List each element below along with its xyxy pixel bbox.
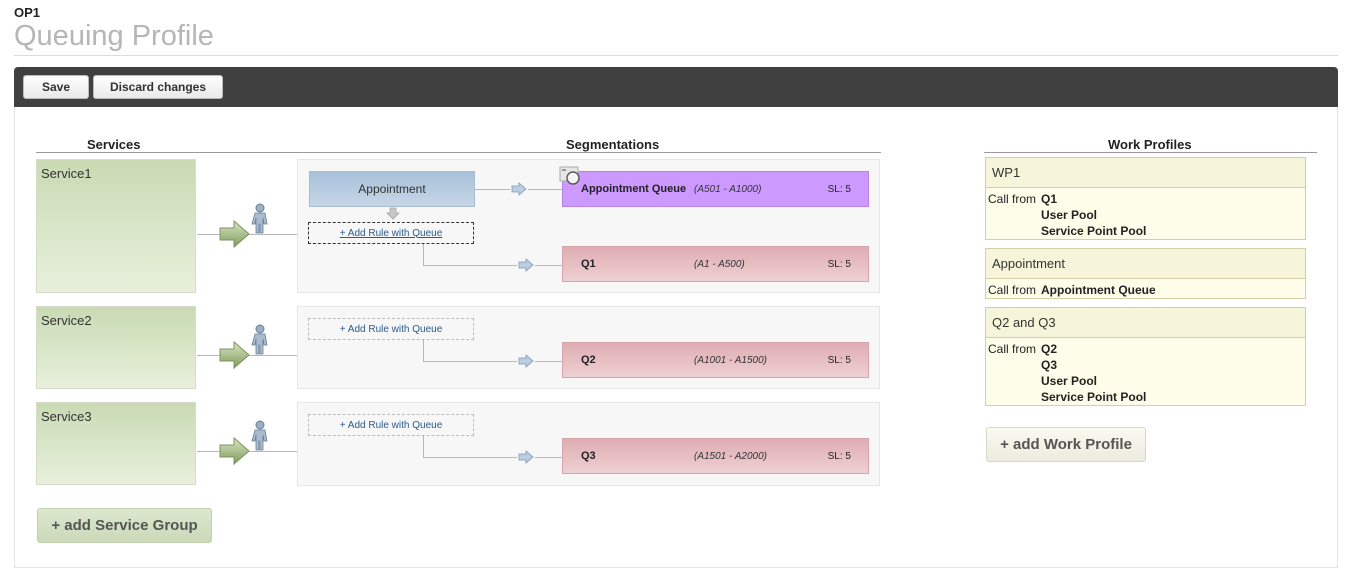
toolbar: Save Discard changes (14, 67, 1338, 107)
arrow-right-icon (511, 182, 527, 196)
connector-line (423, 340, 424, 361)
service-box-1[interactable]: Service1 (36, 159, 196, 293)
queue-name: Q1 (581, 258, 596, 270)
connector-line (423, 361, 517, 362)
call-from-label: Call from (988, 342, 1037, 356)
queue-box-appointment[interactable]: Appointment Queue (A501 - A1000) SL: 5 (562, 171, 869, 207)
work-profiles-heading: Work Profiles (1108, 137, 1192, 152)
profile-code: OP1 (14, 5, 41, 20)
queue-range: (A1001 - A1500) (694, 355, 768, 366)
call-from-item: User Pool (1041, 208, 1098, 222)
connector-line (535, 265, 562, 266)
flow-arrow-icon (219, 219, 250, 249)
person-icon (251, 203, 268, 234)
work-profile-title: Appointment (986, 249, 1305, 279)
connector-line (423, 265, 517, 266)
arrow-right-icon (518, 354, 534, 368)
queue-range: (A1501 - A2000) (694, 451, 768, 462)
queue-name: Q3 (581, 450, 596, 462)
add-rule-with-queue-link[interactable]: + Add Rule with Queue (308, 222, 474, 244)
discard-changes-button[interactable]: Discard changes (93, 75, 223, 99)
call-from-label: Call from (988, 192, 1037, 206)
service-name: Service3 (41, 409, 92, 424)
add-rule-with-queue-link[interactable]: + Add Rule with Queue (308, 318, 474, 340)
appointment-rule-box[interactable]: Appointment (309, 171, 475, 207)
page-title: Queuing Profile (14, 20, 214, 52)
queue-box-q2[interactable]: Q2 (A1001 - A1500) SL: 5 (562, 342, 869, 378)
connector-line (535, 361, 562, 362)
queue-name: Q2 (581, 354, 596, 366)
segmentations-heading: Segmentations (566, 137, 660, 152)
add-rule-with-queue-link[interactable]: + Add Rule with Queue (308, 414, 474, 436)
work-profile-title: Q2 and Q3 (986, 308, 1305, 338)
queue-service-level: SL: 5 (827, 184, 851, 195)
appointment-rule-label: Appointment (358, 182, 426, 196)
call-from-item: Q2 (1041, 342, 1058, 356)
queue-name: Appointment Queue (581, 183, 687, 195)
queue-box-q1[interactable]: Q1 (A1 - A500) SL: 5 (562, 246, 869, 282)
person-icon (251, 324, 268, 355)
add-service-group-button[interactable]: + add Service Group (37, 508, 212, 543)
queue-range: (A1 - A500) (694, 259, 745, 270)
connector-line (423, 457, 517, 458)
connector-line (528, 189, 562, 190)
service-box-2[interactable]: Service2 (36, 306, 196, 389)
queue-service-level: SL: 5 (827, 355, 851, 366)
person-icon (251, 420, 268, 451)
flow-arrow-icon (219, 340, 250, 370)
service-name: Service1 (41, 166, 92, 181)
connector-line (423, 244, 424, 265)
work-profile-card[interactable]: Appointment Call from Appointment Queue (985, 248, 1306, 299)
connector-line (423, 436, 424, 457)
service-box-3[interactable]: Service3 (36, 402, 196, 485)
connector-line (535, 457, 562, 458)
call-from-item: Q3 (1041, 358, 1058, 372)
drag-handle-icon[interactable] (559, 166, 583, 188)
queue-service-level: SL: 5 (827, 451, 851, 462)
call-from-item: User Pool (1041, 374, 1098, 388)
services-segmentations-rule (36, 152, 881, 153)
service-name: Service2 (41, 313, 92, 328)
save-button[interactable]: Save (23, 75, 89, 99)
work-profile-body: Call from Appointment Queue (986, 279, 1305, 300)
work-profiles-rule (984, 152, 1317, 153)
call-from-item: Service Point Pool (1041, 224, 1147, 238)
work-profile-body: Call from Q1 User Pool Service Point Pool (986, 188, 1305, 241)
add-work-profile-button[interactable]: + add Work Profile (986, 427, 1146, 462)
work-profile-card[interactable]: WP1 Call from Q1 User Pool Service Point … (985, 157, 1306, 240)
flow-arrow-icon (219, 436, 250, 466)
call-from-item: Service Point Pool (1041, 390, 1147, 404)
call-from-item: Q1 (1041, 192, 1058, 206)
connector-line (475, 189, 510, 190)
arrow-right-icon (518, 258, 534, 272)
work-profile-card[interactable]: Q2 and Q3 Call from Q2 Q3 User Pool Servi… (985, 307, 1306, 406)
call-from-label: Call from (988, 283, 1037, 297)
work-profile-body: Call from Q2 Q3 User Pool Service Point P… (986, 338, 1305, 407)
services-heading: Services (87, 137, 141, 152)
queue-service-level: SL: 5 (827, 259, 851, 270)
work-profile-title: WP1 (986, 158, 1305, 188)
title-divider (14, 55, 1338, 56)
arrow-right-icon (518, 450, 534, 464)
call-from-item: Appointment Queue (1041, 283, 1156, 297)
queue-box-q3[interactable]: Q3 (A1501 - A2000) SL: 5 (562, 438, 869, 474)
arrow-down-icon (386, 207, 400, 220)
queue-range: (A501 - A1000) (694, 184, 762, 195)
